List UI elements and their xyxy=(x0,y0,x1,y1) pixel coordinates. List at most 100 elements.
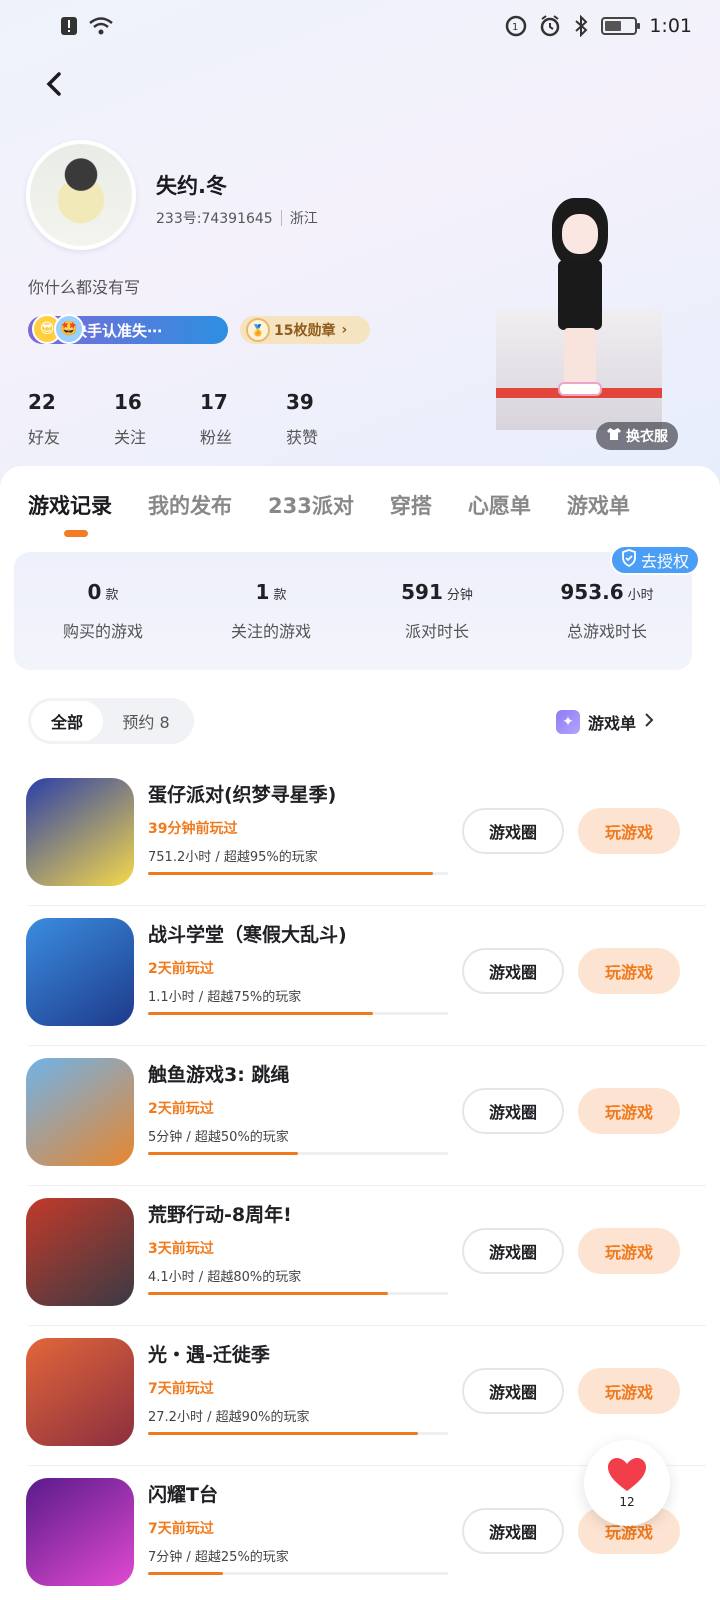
summary-label: 关注的游戏 xyxy=(230,622,311,641)
summary-value: 1 xyxy=(255,580,270,604)
tab-game-records[interactable]: 游戏记录 xyxy=(28,490,112,520)
avatar-3d-character[interactable] xyxy=(496,190,662,430)
summary-label: 派对时长 xyxy=(404,622,469,641)
game-last-played: 2天前玩过 xyxy=(148,1101,214,1117)
game-icon[interactable] xyxy=(26,1338,134,1446)
play-game-button[interactable]: 玩游戏 xyxy=(578,948,680,994)
tab-wishlist[interactable]: 心愿单 xyxy=(468,490,531,520)
status-time: 1:01 xyxy=(649,15,692,37)
region: 浙江 xyxy=(289,211,318,227)
avatar[interactable] xyxy=(26,140,136,250)
game-playtime-stats: 7分钟 / 超越25%的玩家 xyxy=(148,1550,289,1565)
change-outfit-label: 换衣服 xyxy=(626,429,668,445)
medals-tag[interactable]: 🏅 15枚勋章 › xyxy=(240,316,370,344)
back-button[interactable] xyxy=(36,66,72,102)
game-list-link[interactable]: ✦ 游戏单 xyxy=(556,710,654,734)
game-row[interactable]: 荒野行动-8周年! 3天前玩过 4.1小时 / 超越80%的玩家 游戏圈 玩游戏 xyxy=(0,1186,720,1326)
game-progress-fill xyxy=(148,1432,418,1435)
game-icon[interactable] xyxy=(26,778,134,886)
game-circle-button[interactable]: 游戏圈 xyxy=(462,1368,564,1414)
stat-likes[interactable]: 39 获赞 xyxy=(286,390,372,448)
game-last-played: 3天前玩过 xyxy=(148,1241,214,1257)
change-outfit-button[interactable]: 换衣服 xyxy=(596,422,678,450)
stat-friends[interactable]: 22 好友 xyxy=(28,390,114,448)
uid: 233号:74391645 xyxy=(156,211,273,227)
stat-fans[interactable]: 17 粉丝 xyxy=(200,390,286,448)
stat-label: 获赞 xyxy=(286,428,319,447)
game-circle-button[interactable]: 游戏圈 xyxy=(462,948,564,994)
tab-game-lists[interactable]: 游戏单 xyxy=(567,490,630,520)
sparkle-icon: ✦ xyxy=(556,710,580,734)
game-circle-button[interactable]: 游戏圈 xyxy=(462,1508,564,1554)
game-circle-button[interactable]: 游戏圈 xyxy=(462,1228,564,1274)
game-progress-fill xyxy=(148,872,433,875)
chevron-right-icon: › xyxy=(341,322,348,338)
chevron-left-icon xyxy=(46,72,61,96)
game-title: 光・遇-迁徙季 xyxy=(148,1344,270,1366)
play-game-button[interactable]: 玩游戏 xyxy=(578,808,680,854)
stat-value: 16 xyxy=(114,390,142,414)
wifi-icon xyxy=(88,16,114,36)
game-progress-fill xyxy=(148,1292,388,1295)
summary-total-time: 953.6 小时 总游戏时长 xyxy=(522,580,692,642)
medal-icon: 🏅 xyxy=(246,318,270,342)
game-icon[interactable] xyxy=(26,1198,134,1306)
authorize-button[interactable]: 去授权 xyxy=(610,545,700,575)
summary-value: 591 xyxy=(401,580,443,604)
game-circle-button[interactable]: 游戏圈 xyxy=(462,808,564,854)
profile-name: 失约.冬 xyxy=(156,174,227,198)
game-progress-fill xyxy=(148,1152,298,1155)
like-count: 12 xyxy=(619,1495,635,1509)
game-progress-fill xyxy=(148,1572,223,1575)
play-game-button[interactable]: 玩游戏 xyxy=(578,1368,680,1414)
tab-outfits[interactable]: 穿搭 xyxy=(390,490,432,520)
character-shoes xyxy=(558,382,602,396)
sync-icon: 1 xyxy=(505,15,527,37)
game-list-label: 游戏单 xyxy=(588,714,637,733)
shield-check-icon xyxy=(621,549,637,571)
game-circle-button[interactable]: 游戏圈 xyxy=(462,1088,564,1134)
game-progress-track xyxy=(148,1152,448,1155)
stat-label: 关注 xyxy=(114,428,147,447)
game-icon[interactable] xyxy=(26,1058,134,1166)
game-progress-track xyxy=(148,1012,448,1015)
divider xyxy=(280,210,282,226)
game-last-played: 7天前玩过 xyxy=(148,1521,214,1537)
summary-unit: 分钟 xyxy=(446,588,473,603)
chevron-right-icon xyxy=(644,712,654,732)
stat-label: 粉丝 xyxy=(200,428,233,447)
tab-indicator xyxy=(64,530,88,537)
identity-tag[interactable]: 😎 🤩 快手认准失⋯ xyxy=(28,314,228,344)
tab-bar: 游戏记录 我的发布 233派对 穿搭 心愿单 游戏单 xyxy=(28,490,666,520)
bluetooth-icon xyxy=(573,15,589,37)
game-title: 荒野行动-8周年! xyxy=(148,1204,292,1226)
game-progress-fill xyxy=(148,1012,373,1015)
filter-reserved[interactable]: 预约 8 xyxy=(103,701,189,741)
game-title: 战斗学堂（寒假大乱斗) xyxy=(148,924,347,946)
game-row[interactable]: 蛋仔派对(织梦寻星季) 39分钟前玩过 751.2小时 / 超越95%的玩家 游… xyxy=(0,766,720,906)
game-icon[interactable] xyxy=(26,918,134,1026)
shirt-icon xyxy=(606,427,622,445)
battery-icon xyxy=(601,17,641,35)
game-icon[interactable] xyxy=(26,1478,134,1586)
play-game-button[interactable]: 玩游戏 xyxy=(578,1088,680,1134)
tab-my-posts[interactable]: 我的发布 xyxy=(148,490,232,520)
svg-text:1: 1 xyxy=(512,22,518,33)
summary-party-time: 591 分钟 派对时长 xyxy=(352,580,522,642)
filter-all[interactable]: 全部 xyxy=(31,701,103,741)
game-row[interactable]: 触鱼游戏3: 跳绳 2天前玩过 5分钟 / 超越50%的玩家 游戏圈 玩游戏 xyxy=(0,1046,720,1186)
alarm-icon xyxy=(539,15,561,37)
alert-icon xyxy=(60,16,78,36)
summary-purchased: 0款 购买的游戏 xyxy=(18,580,188,642)
stat-value: 39 xyxy=(286,390,314,414)
stat-following[interactable]: 16 关注 xyxy=(114,390,200,448)
game-progress-track xyxy=(148,1572,448,1575)
game-playtime-stats: 751.2小时 / 超越95%的玩家 xyxy=(148,850,318,865)
tab-233-party[interactable]: 233派对 xyxy=(268,490,354,520)
medals-label: 15枚勋章 xyxy=(274,323,336,339)
game-row[interactable]: 战斗学堂（寒假大乱斗) 2天前玩过 1.1小时 / 超越75%的玩家 游戏圈 玩… xyxy=(0,906,720,1046)
summary-unit: 小时 xyxy=(627,588,654,603)
summary-unit: 款 xyxy=(105,588,119,603)
like-button[interactable]: 12 xyxy=(584,1440,670,1526)
play-game-button[interactable]: 玩游戏 xyxy=(578,1228,680,1274)
